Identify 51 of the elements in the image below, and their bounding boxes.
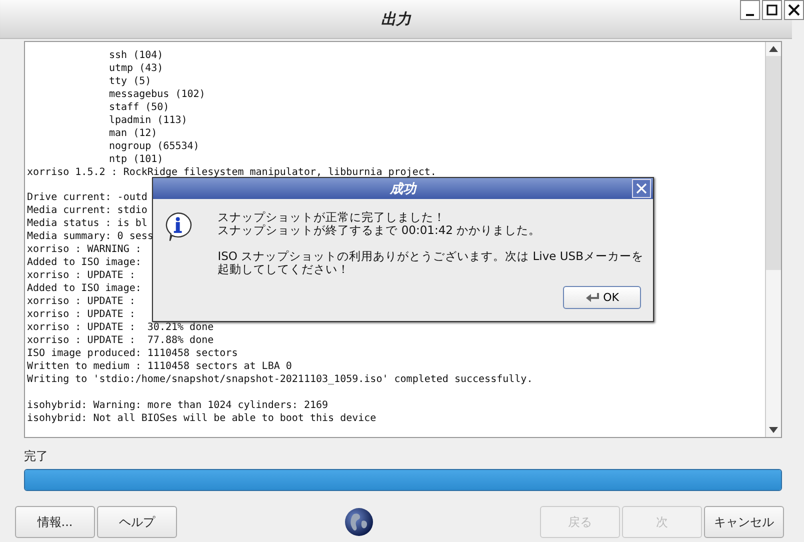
log-line: utmp (43): [109, 62, 164, 74]
dialog-message: ISO スナップショットの利用ありがとうございます。次は Live USBメーカーを起動してしてください！: [218, 250, 644, 276]
log-line: isohybrid: Warning: more than 1024 cylinders: 2169: [27, 400, 328, 411]
log-line: messagebus (102): [109, 88, 206, 100]
dialog-button[interactable]: キャンセル: [704, 506, 784, 538]
log-line: xorriso : UPDATE :: [27, 309, 136, 320]
log-line: Media summary: 0 sess: [27, 231, 154, 242]
log-line: ISO image produced: 1110458 sectors: [27, 348, 238, 359]
close-button[interactable]: [784, 0, 804, 20]
log-line: xorriso : UPDATE :: [27, 296, 136, 308]
dialog-message: スナップショットが終了するまで 00:01:42 かかりました。: [218, 224, 542, 237]
minimize-icon: [746, 14, 754, 16]
close-icon: [636, 183, 647, 194]
dialog-title: 成功: [390, 180, 416, 198]
return-arrow-icon: [585, 292, 602, 304]
dialog-button[interactable]: 情報...: [15, 506, 95, 538]
ok-button[interactable]: OK: [563, 286, 641, 309]
log-line: Media current: stdio: [27, 205, 148, 216]
status-label: 完了: [24, 448, 48, 465]
log-line: xorriso : UPDATE : 30.21% done: [27, 322, 214, 333]
log-line: lpadmin (113): [109, 114, 188, 126]
log-line: xorriso : WARNING :: [27, 244, 142, 256]
log-line: isohybrid: Not all BIOSes will be able to boot this device: [27, 412, 376, 424]
scroll-up-icon[interactable]: [769, 46, 778, 52]
log-line: Added to ISO image:: [27, 283, 142, 294]
log-line: Media status : is bl: [27, 218, 148, 230]
log-line: nogroup (65534): [109, 140, 200, 152]
log-line: Drive current: -outd: [27, 192, 148, 204]
log-line: xorriso : UPDATE : 77.88% done: [27, 334, 214, 346]
maximize-button[interactable]: [762, 0, 782, 20]
scrollbar[interactable]: [765, 42, 781, 437]
log-line: ntp (101): [109, 154, 164, 165]
maximize-icon: [766, 4, 778, 16]
scrollbar-thumb[interactable]: [766, 56, 781, 270]
scroll-down-icon[interactable]: [769, 427, 778, 433]
log-line: ssh (104): [109, 50, 164, 61]
dialog-button[interactable]: ヘルプ: [97, 506, 177, 538]
log-line: man (12): [109, 128, 158, 139]
log-line: xorriso 1.5.2 : RockRidge filesystem manipulator, libburnia project.: [27, 166, 436, 178]
globe-icon: [344, 507, 374, 537]
log-line: Written to medium : 1110458 sectors at LBA 0: [27, 360, 292, 372]
log-line: staff (50): [109, 102, 170, 113]
log-line: tty (5): [109, 76, 152, 87]
minimize-button[interactable]: [740, 0, 760, 20]
dialog-message: スナップショットが正常に完了しました！: [218, 211, 447, 224]
window-title: 出力: [381, 10, 411, 28]
log-line: xorriso : UPDATE :: [27, 270, 136, 282]
close-icon: [788, 4, 800, 16]
log-line: Added to ISO image:: [27, 257, 142, 268]
info-icon: [163, 211, 193, 243]
log-line: Writing to 'stdio:/home/snapshot/snapshot-20211103_1059.iso' completed successfully.: [27, 374, 533, 385]
